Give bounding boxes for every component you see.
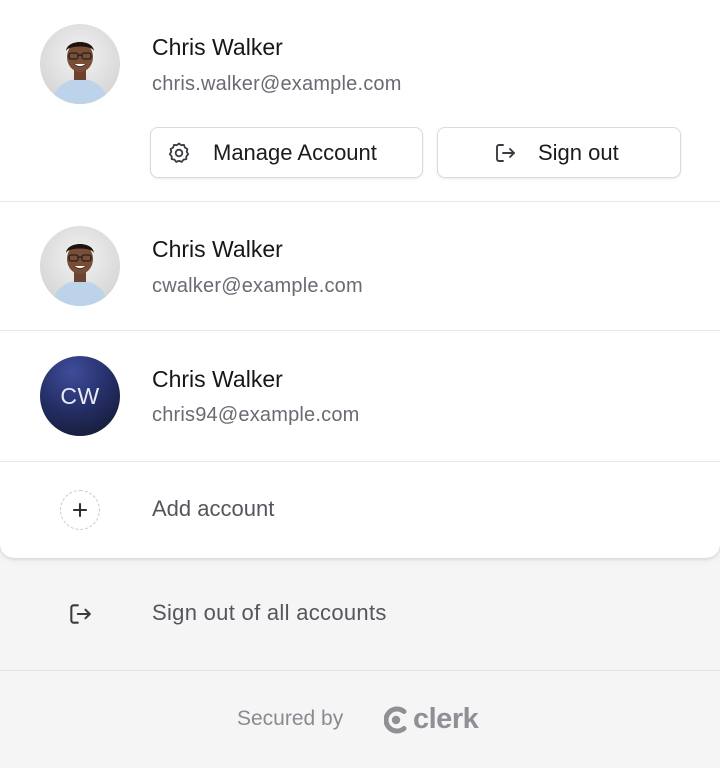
active-account-email: chris.walker@example.com [152, 73, 402, 95]
account-name: Chris Walker [152, 236, 283, 262]
secured-by-text: Secured by [237, 707, 344, 730]
add-account-label: Add account [152, 496, 275, 521]
divider [0, 670, 720, 671]
user-avatar [40, 226, 120, 306]
account-row-chris94[interactable]: CW Chris Walker chris94@example.com [0, 331, 720, 461]
manage-account-button[interactable]: Manage Account [150, 127, 423, 178]
sign-out-button[interactable]: Sign out [437, 127, 681, 178]
clerk-wordmark: clerk [413, 703, 479, 735]
gear-icon [167, 141, 191, 165]
account-email: cwalker@example.com [152, 275, 363, 297]
sign-out-all-label: Sign out of all accounts [152, 600, 387, 625]
clerk-brand[interactable]: clerk [383, 703, 479, 736]
account-switcher-card: Chris Walker chris.walker@example.com Ma… [0, 0, 720, 558]
account-name: Chris Walker [152, 366, 283, 392]
account-email: chris94@example.com [152, 404, 360, 426]
sign-out-icon [493, 141, 517, 165]
manage-account-label: Manage Account [213, 139, 377, 165]
add-account-item[interactable] [0, 462, 720, 558]
sign-out-label: Sign out [538, 139, 619, 165]
active-account-name: Chris Walker [152, 34, 283, 60]
sign-out-icon [67, 601, 93, 627]
user-avatar [40, 24, 120, 104]
clerk-logo-icon [383, 705, 410, 735]
account-row-cwalker[interactable]: Chris Walker cwalker@example.com [0, 202, 720, 330]
initials-avatar: CW [40, 356, 120, 436]
plus-icon [60, 490, 100, 530]
